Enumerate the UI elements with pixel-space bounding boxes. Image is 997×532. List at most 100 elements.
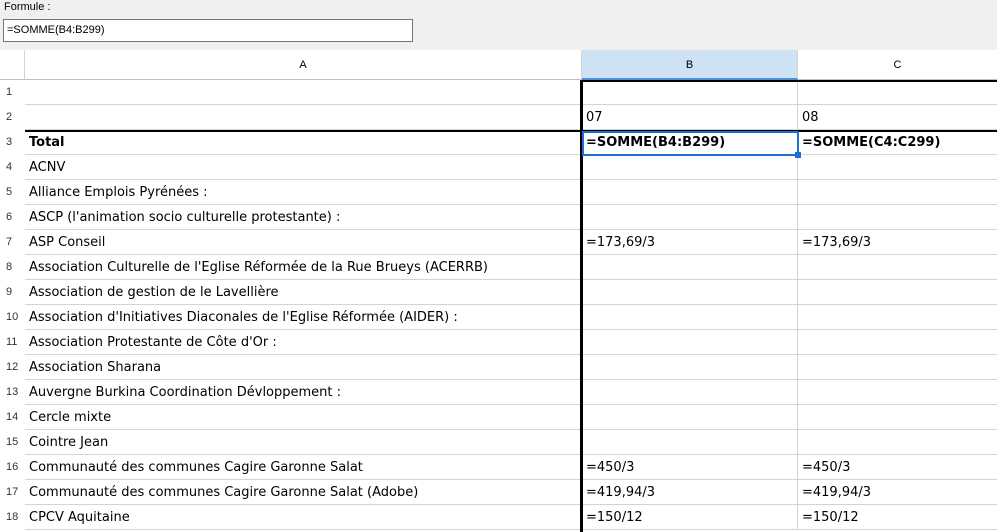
formula-bar: Formule : =SOMME(B4:B299) bbox=[0, 0, 997, 50]
cell-b[interactable]: =450/3 bbox=[582, 455, 798, 480]
table-row: 16 Communauté des communes Cagire Garonne… bbox=[0, 455, 997, 480]
select-all-corner[interactable] bbox=[0, 50, 25, 80]
row-header[interactable]: 4 bbox=[0, 155, 25, 180]
cell-c[interactable] bbox=[798, 355, 997, 380]
row-header[interactable]: 8 bbox=[0, 255, 25, 280]
cell-b[interactable] bbox=[582, 80, 798, 105]
cell-a[interactable]: Association de gestion de le Lavellière bbox=[25, 280, 582, 305]
row-header[interactable]: 14 bbox=[0, 405, 25, 430]
cell-b[interactable]: =419,94/3 bbox=[582, 480, 798, 505]
cell-c[interactable]: =SOMME(C4:C299) bbox=[798, 130, 997, 155]
row-header[interactable]: 7 bbox=[0, 230, 25, 255]
cell-c[interactable] bbox=[798, 80, 997, 105]
cell-c[interactable]: =173,69/3 bbox=[798, 230, 997, 255]
cell-c[interactable] bbox=[798, 305, 997, 330]
cell-c[interactable]: =419,94/3 bbox=[798, 480, 997, 505]
cell-c[interactable] bbox=[798, 405, 997, 430]
cell-a[interactable]: Communauté des communes Cagire Garonne S… bbox=[25, 455, 582, 480]
cell-c[interactable]: =150/12 bbox=[798, 505, 997, 530]
row-header[interactable]: 1 bbox=[0, 80, 25, 105]
cell-b[interactable] bbox=[582, 205, 798, 230]
table-row: 9 Association de gestion de le Lavellière bbox=[0, 280, 997, 305]
cell-b[interactable] bbox=[582, 255, 798, 280]
cell-c[interactable] bbox=[798, 205, 997, 230]
cell-c[interactable] bbox=[798, 180, 997, 205]
cell-a[interactable]: CPCV Aquitaine bbox=[25, 505, 582, 530]
cell-b[interactable] bbox=[582, 355, 798, 380]
selected-cell-b3[interactable] bbox=[582, 131, 799, 156]
formula-label: Formule : bbox=[4, 1, 51, 13]
cell-a[interactable]: ACNV bbox=[25, 155, 582, 180]
cell-a[interactable]: Communauté des communes Cagire Garonne S… bbox=[25, 480, 582, 505]
row-header[interactable]: 15 bbox=[0, 430, 25, 455]
cell-c[interactable] bbox=[798, 380, 997, 405]
table-row: 18 CPCV Aquitaine =150/12 =150/12 bbox=[0, 505, 997, 530]
column-header-c[interactable]: C bbox=[798, 50, 997, 80]
row-header[interactable]: 2 bbox=[0, 105, 25, 130]
border-top-bc bbox=[580, 80, 997, 82]
table-row: 3 Total =SOMME(B4:B299) =SOMME(C4:C299) bbox=[0, 130, 997, 155]
cell-c[interactable] bbox=[798, 155, 997, 180]
table-row: 2 07 08 bbox=[0, 105, 997, 130]
cell-a[interactable]: ASP Conseil bbox=[25, 230, 582, 255]
row-header[interactable]: 3 bbox=[0, 130, 25, 155]
spreadsheet-grid: A B C 1 2 07 08 3 Total =SOMME(B4:B299) =SOMME(… bbox=[0, 50, 997, 532]
table-row: 7 ASP Conseil =173,69/3 =173,69/3 bbox=[0, 230, 997, 255]
cell-a[interactable]: Association Protestante de Côte d'Or : bbox=[25, 330, 582, 355]
cell-a[interactable]: Total bbox=[25, 130, 582, 155]
cell-b[interactable] bbox=[582, 405, 798, 430]
table-row: 12 Association Sharana bbox=[0, 355, 997, 380]
table-row: 14 Cercle mixte bbox=[0, 405, 997, 430]
row-header[interactable]: 13 bbox=[0, 380, 25, 405]
cell-b[interactable] bbox=[582, 280, 798, 305]
cell-b[interactable] bbox=[582, 180, 798, 205]
cell-a[interactable]: ASCP (l'animation socio culturelle prote… bbox=[25, 205, 582, 230]
row-header[interactable]: 16 bbox=[0, 455, 25, 480]
cell-a[interactable]: Auvergne Burkina Coordination Dévloppeme… bbox=[25, 380, 582, 405]
table-row: 1 bbox=[0, 80, 997, 105]
column-header-b[interactable]: B bbox=[582, 50, 798, 80]
cell-b[interactable] bbox=[582, 305, 798, 330]
fill-handle[interactable] bbox=[795, 152, 801, 158]
table-row: 5 Alliance Emplois Pyrénées : bbox=[0, 180, 997, 205]
border-total-row bbox=[25, 130, 997, 132]
cell-a[interactable]: Cercle mixte bbox=[25, 405, 582, 430]
row-header[interactable]: 17 bbox=[0, 480, 25, 505]
row-header[interactable]: 10 bbox=[0, 305, 25, 330]
table-row: 11 Association Protestante de Côte d'Or : bbox=[0, 330, 997, 355]
table-row: 15 Cointre Jean bbox=[0, 430, 997, 455]
cell-a[interactable]: Association d'Initiatives Diaconales de … bbox=[25, 305, 582, 330]
cell-a[interactable]: Association Culturelle de l'Eglise Réfor… bbox=[25, 255, 582, 280]
cell-c[interactable] bbox=[798, 430, 997, 455]
cell-c[interactable]: 08 bbox=[798, 105, 997, 130]
cell-b[interactable] bbox=[582, 380, 798, 405]
cell-a[interactable]: Alliance Emplois Pyrénées : bbox=[25, 180, 582, 205]
cell-a[interactable] bbox=[25, 105, 582, 130]
row-header[interactable]: 11 bbox=[0, 330, 25, 355]
cell-b[interactable] bbox=[582, 155, 798, 180]
table-row: 4 ACNV bbox=[0, 155, 997, 180]
row-header[interactable]: 5 bbox=[0, 180, 25, 205]
cell-b[interactable]: =150/12 bbox=[582, 505, 798, 530]
cell-b[interactable]: 07 bbox=[582, 105, 798, 130]
cell-c[interactable] bbox=[798, 280, 997, 305]
cell-c[interactable] bbox=[798, 330, 997, 355]
formula-input[interactable]: =SOMME(B4:B299) bbox=[3, 19, 413, 42]
table-row: 10 Association d'Initiatives Diaconales d… bbox=[0, 305, 997, 330]
column-header-a[interactable]: A bbox=[25, 50, 582, 80]
table-row: 17 Communauté des communes Cagire Garonne… bbox=[0, 480, 997, 505]
table-row: 13 Auvergne Burkina Coordination Dévloppe… bbox=[0, 380, 997, 405]
row-header[interactable]: 6 bbox=[0, 205, 25, 230]
cell-c[interactable] bbox=[798, 255, 997, 280]
cell-a[interactable]: Cointre Jean bbox=[25, 430, 582, 455]
row-header[interactable]: 18 bbox=[0, 505, 25, 530]
table-row: 8 Association Culturelle de l'Eglise Réfo… bbox=[0, 255, 997, 280]
cell-a[interactable] bbox=[25, 80, 582, 105]
row-header[interactable]: 9 bbox=[0, 280, 25, 305]
cell-c[interactable]: =450/3 bbox=[798, 455, 997, 480]
cell-a[interactable]: Association Sharana bbox=[25, 355, 582, 380]
cell-b[interactable] bbox=[582, 330, 798, 355]
cell-b[interactable] bbox=[582, 430, 798, 455]
row-header[interactable]: 12 bbox=[0, 355, 25, 380]
cell-b[interactable]: =173,69/3 bbox=[582, 230, 798, 255]
